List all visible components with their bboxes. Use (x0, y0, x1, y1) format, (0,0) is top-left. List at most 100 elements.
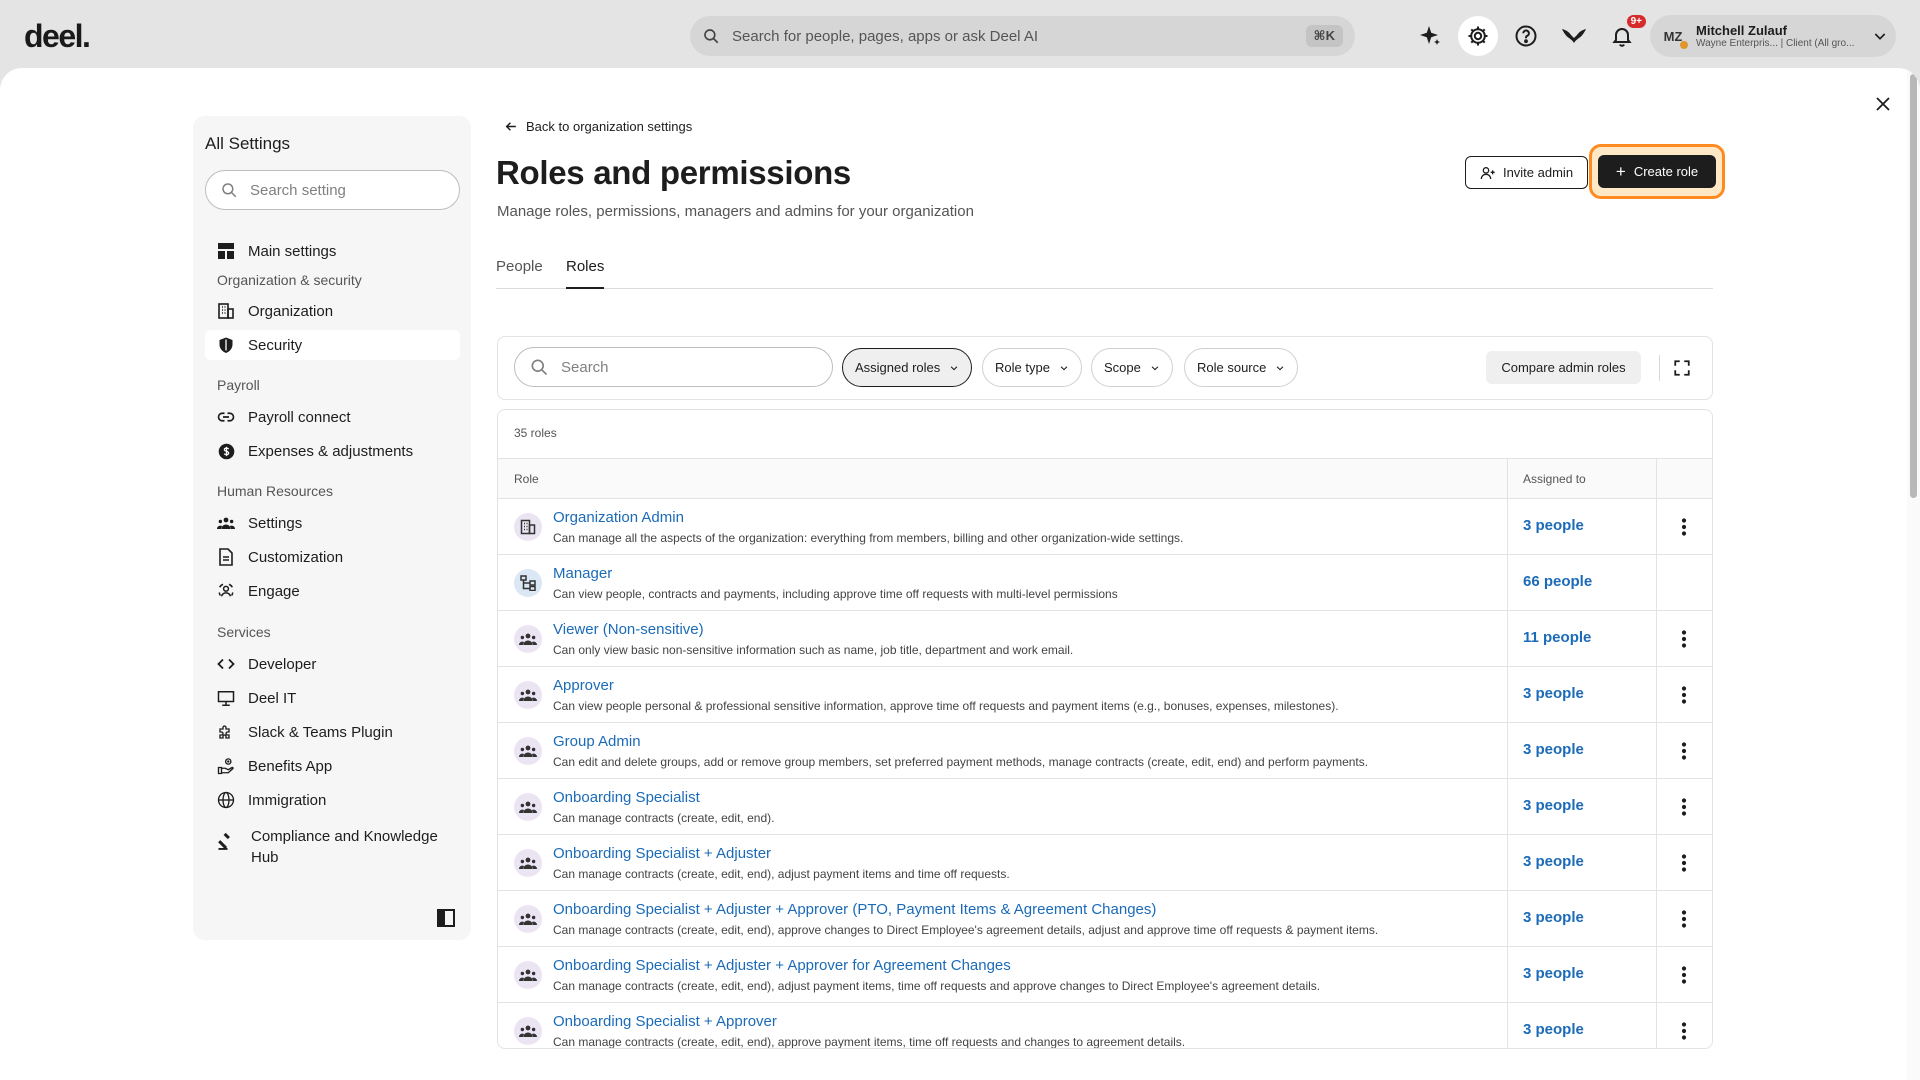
sidebar-item-organization[interactable]: Organization (205, 296, 460, 326)
assigned-people-link[interactable]: 3 people (1523, 965, 1584, 982)
assigned-people-link[interactable]: 11 people (1523, 629, 1591, 646)
hierarchy-icon (514, 569, 542, 597)
chevron-down-icon (950, 365, 958, 370)
add-user-icon (1480, 166, 1495, 179)
people-icon (514, 1017, 542, 1045)
assigned-people-link[interactable]: 3 people (1523, 1021, 1584, 1038)
filter-scope[interactable]: Scope (1091, 348, 1173, 387)
close-button[interactable] (1871, 92, 1895, 116)
assigned-people-link[interactable]: 3 people (1523, 909, 1584, 926)
role-name-link[interactable]: Onboarding Specialist + Adjuster + Appro… (553, 957, 1011, 974)
sidebar-item-main-settings[interactable]: Main settings (205, 236, 460, 266)
people-icon (514, 849, 542, 877)
assigned-people-link[interactable]: 66 people (1523, 573, 1592, 590)
table-row[interactable]: Manager Can view people, contracts and p… (498, 555, 1712, 611)
role-name-link[interactable]: Approver (553, 677, 614, 694)
filter-role-source[interactable]: Role source (1184, 348, 1299, 387)
row-actions-button[interactable] (1672, 851, 1696, 875)
row-actions-button[interactable] (1672, 739, 1696, 763)
compare-admin-roles-button[interactable]: Compare admin roles (1486, 351, 1641, 384)
sidebar-item-developer[interactable]: Developer (205, 649, 460, 679)
filter-role-type[interactable]: Role type (982, 348, 1082, 387)
table-row[interactable]: Group Admin Can edit and delete groups, … (498, 723, 1712, 779)
table-row[interactable]: Onboarding Specialist Can manage contrac… (498, 779, 1712, 835)
more-vertical-icon (1681, 686, 1687, 704)
roles-search-input[interactable]: Search (514, 347, 833, 387)
deel-logo[interactable]: deel. (24, 18, 91, 55)
user-menu[interactable]: MZ Mitchell Zulauf Wayne Enterpris... | … (1650, 15, 1896, 57)
role-description: Can edit and delete groups, add or remov… (553, 755, 1369, 769)
row-actions-button[interactable] (1672, 515, 1696, 539)
page-scrollbar[interactable] (1907, 68, 1920, 1080)
role-name-link[interactable]: Onboarding Specialist + Adjuster (553, 845, 771, 862)
role-name-link[interactable]: Manager (553, 565, 612, 582)
role-name-link[interactable]: Onboarding Specialist (553, 789, 700, 806)
assigned-people-link[interactable]: 3 people (1523, 741, 1584, 758)
roles-count: 35 roles (514, 426, 557, 440)
page-subtitle: Manage roles, permissions, managers and … (497, 203, 974, 220)
fullscreen-button[interactable] (1670, 356, 1694, 380)
sidebar-section-hr: Human Resources (217, 483, 333, 499)
tab-roles[interactable]: Roles (566, 256, 605, 289)
create-role-button[interactable]: + Create role (1598, 155, 1716, 188)
sidebar-item-hr-settings[interactable]: Settings (205, 508, 460, 538)
role-name-link[interactable]: Viewer (Non-sensitive) (553, 621, 704, 638)
sidebar-item-label: Deel IT (248, 689, 297, 707)
tab-bar: People Roles (496, 256, 1713, 289)
chip-label: Role type (995, 360, 1050, 375)
collapse-sidebar-button[interactable] (436, 908, 456, 928)
chevron-down-icon (1874, 33, 1886, 40)
table-row[interactable]: Organization Admin Can manage all the as… (498, 499, 1712, 555)
assigned-people-link[interactable]: 3 people (1523, 797, 1584, 814)
notifications-button[interactable]: 9+ (1602, 13, 1648, 56)
assigned-people-link[interactable]: 3 people (1523, 685, 1584, 702)
sidebar-item-payroll-connect[interactable]: Payroll connect (205, 402, 460, 432)
sidebar-item-slack-teams[interactable]: Slack & Teams Plugin (205, 717, 460, 747)
table-row[interactable]: Onboarding Specialist + Adjuster + Appro… (498, 947, 1712, 1003)
settings-panel: All Settings Search setting Main setting… (0, 68, 1920, 1080)
role-name-link[interactable]: Organization Admin (553, 509, 684, 526)
role-name-link[interactable]: Onboarding Specialist + Adjuster + Appro… (553, 901, 1156, 918)
back-to-org-settings-link[interactable]: Back to organization settings (505, 119, 692, 134)
table-row[interactable]: Onboarding Specialist + Approver Can man… (498, 1003, 1712, 1048)
sidebar-item-engage[interactable]: Engage (205, 576, 460, 606)
assigned-people-link[interactable]: 3 people (1523, 853, 1584, 870)
table-row[interactable]: Approver Can view people personal & prof… (498, 667, 1712, 723)
invite-admin-button[interactable]: Invite admin (1465, 156, 1588, 189)
settings-button[interactable] (1458, 16, 1498, 56)
assigned-people-link[interactable]: 3 people (1523, 517, 1584, 534)
help-button[interactable] (1506, 16, 1546, 56)
link-icon (217, 408, 235, 426)
sidebar-item-expenses[interactable]: Expenses & adjustments (205, 436, 460, 466)
setting-search-input[interactable]: Search setting (205, 170, 460, 210)
role-description: Can manage all the aspects of the organi… (553, 531, 1184, 545)
sidebar-item-customization[interactable]: Customization (205, 542, 460, 572)
row-actions-button[interactable] (1672, 1019, 1696, 1043)
sidebar-item-immigration[interactable]: Immigration (205, 785, 460, 815)
sidebar-item-deel-it[interactable]: Deel IT (205, 683, 460, 713)
row-actions-button[interactable] (1672, 907, 1696, 931)
chip-label: Scope (1104, 360, 1141, 375)
role-name-link[interactable]: Group Admin (553, 733, 641, 750)
column-header-role: Role (514, 472, 539, 486)
row-actions-button[interactable] (1672, 683, 1696, 707)
tab-people[interactable]: People (496, 256, 543, 289)
row-actions-button[interactable] (1672, 627, 1696, 651)
table-row[interactable]: Onboarding Specialist + Adjuster + Appro… (498, 891, 1712, 947)
apps-button[interactable] (1554, 16, 1594, 56)
scrollbar-thumb[interactable] (1910, 74, 1917, 498)
global-search-input[interactable]: Search for people, pages, apps or ask De… (690, 16, 1355, 56)
ai-sparkle-button[interactable] (1410, 16, 1450, 56)
table-body: Organization Admin Can manage all the as… (498, 499, 1712, 1048)
sidebar-item-compliance-hub[interactable]: Compliance and Knowledge Hub (205, 823, 460, 871)
sidebar-item-label: Slack & Teams Plugin (248, 723, 393, 741)
role-name-link[interactable]: Onboarding Specialist + Approver (553, 1013, 777, 1030)
filter-assigned-roles[interactable]: Assigned roles (842, 348, 973, 387)
table-row[interactable]: Onboarding Specialist + Adjuster Can man… (498, 835, 1712, 891)
gear-icon (1468, 26, 1488, 46)
sidebar-item-security[interactable]: Security (205, 330, 460, 360)
table-row[interactable]: Viewer (Non-sensitive) Can only view bas… (498, 611, 1712, 667)
row-actions-button[interactable] (1672, 963, 1696, 987)
sidebar-item-benefits[interactable]: Benefits App (205, 751, 460, 781)
row-actions-button[interactable] (1672, 795, 1696, 819)
